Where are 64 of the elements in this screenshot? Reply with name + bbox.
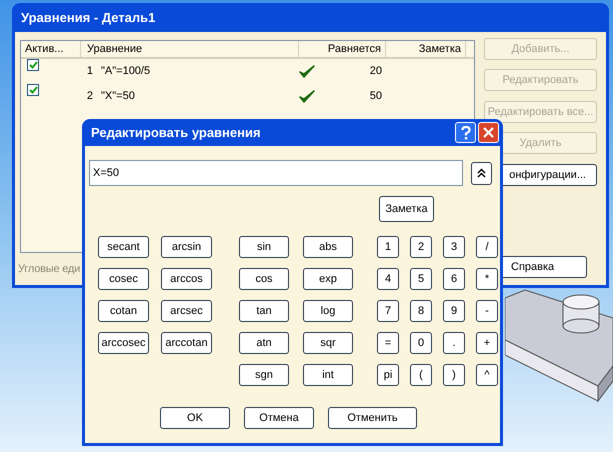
checkbox[interactable] <box>27 59 39 71</box>
window-title: Уравнения - Деталь1 <box>20 8 156 27</box>
function-button[interactable]: log <box>303 300 353 322</box>
double-chevron-up-icon <box>477 168 486 178</box>
dialog-button[interactable]: OK <box>160 407 230 429</box>
function-button[interactable]: abs <box>303 236 353 258</box>
check-mark-icon <box>299 90 315 104</box>
row-number: 1 <box>86 64 93 80</box>
equation-field[interactable]: X=50 <box>89 160 463 186</box>
function-button[interactable]: arccotan <box>161 332 212 354</box>
dialog-title: Редактировать уравнения <box>91 124 262 142</box>
function-button[interactable]: arcsec <box>161 300 212 322</box>
key-button[interactable]: 4 <box>377 268 399 290</box>
check-mark-icon <box>299 64 315 78</box>
function-button[interactable]: cotan <box>98 300 149 322</box>
function-button[interactable]: atn <box>239 332 289 354</box>
key-button[interactable]: / <box>476 236 498 258</box>
key-button[interactable]: . <box>443 332 465 354</box>
dialog-button[interactable]: Отмена <box>244 407 314 429</box>
function-button[interactable]: sin <box>239 236 289 258</box>
key-button[interactable]: 1 <box>377 236 399 258</box>
key-button[interactable]: 5 <box>410 268 432 290</box>
dialog-button[interactable]: Отменить <box>328 407 417 429</box>
checkbox[interactable] <box>27 84 39 96</box>
function-button[interactable]: secant <box>98 236 149 258</box>
column-header[interactable]: Равняется <box>299 41 386 57</box>
column-header[interactable]: Заметка <box>386 41 466 57</box>
key-button[interactable]: 8 <box>410 300 432 322</box>
key-button[interactable]: 2 <box>410 236 432 258</box>
key-button[interactable]: ^ <box>476 364 498 386</box>
key-button[interactable]: 6 <box>443 268 465 290</box>
column-header[interactable]: Уравнение <box>81 41 299 57</box>
column-header[interactable]: Актив... <box>21 41 81 57</box>
footer-text: Угловые еди <box>18 262 80 277</box>
value-text: 50 <box>368 89 383 104</box>
key-button[interactable]: 3 <box>443 236 465 258</box>
value-text: 20 <box>368 64 383 80</box>
row-number: 2 <box>86 89 93 104</box>
key-button[interactable]: = <box>377 332 399 354</box>
collapse-button[interactable] <box>471 162 492 184</box>
help-icon[interactable] <box>455 122 476 143</box>
function-button[interactable]: cosec <box>98 268 149 290</box>
key-button[interactable]: 0 <box>410 332 432 354</box>
key-button[interactable]: 9 <box>443 300 465 322</box>
function-button[interactable]: cos <box>239 268 289 290</box>
function-button[interactable]: exp <box>303 268 353 290</box>
close-icon[interactable] <box>478 122 499 143</box>
equation-text: "X"=50 <box>100 89 136 104</box>
key-button[interactable]: ) <box>443 364 465 386</box>
function-button[interactable]: sqr <box>303 332 353 354</box>
equation-text: "A"=100/5 <box>100 64 152 80</box>
function-button[interactable]: tan <box>239 300 289 322</box>
note-button[interactable]: Заметка <box>379 196 434 222</box>
key-button[interactable]: - <box>476 300 498 322</box>
function-button[interactable]: arcsin <box>161 236 212 258</box>
function-button[interactable]: arccos <box>161 268 212 290</box>
key-button[interactable]: + <box>476 332 498 354</box>
function-button[interactable]: int <box>303 364 353 386</box>
function-button[interactable]: sgn <box>239 364 289 386</box>
function-button[interactable]: arccosec <box>98 332 149 354</box>
key-button[interactable]: ( <box>410 364 432 386</box>
key-button[interactable]: 7 <box>377 300 399 322</box>
key-button[interactable]: * <box>476 268 498 290</box>
key-button[interactable]: pi <box>377 364 399 386</box>
